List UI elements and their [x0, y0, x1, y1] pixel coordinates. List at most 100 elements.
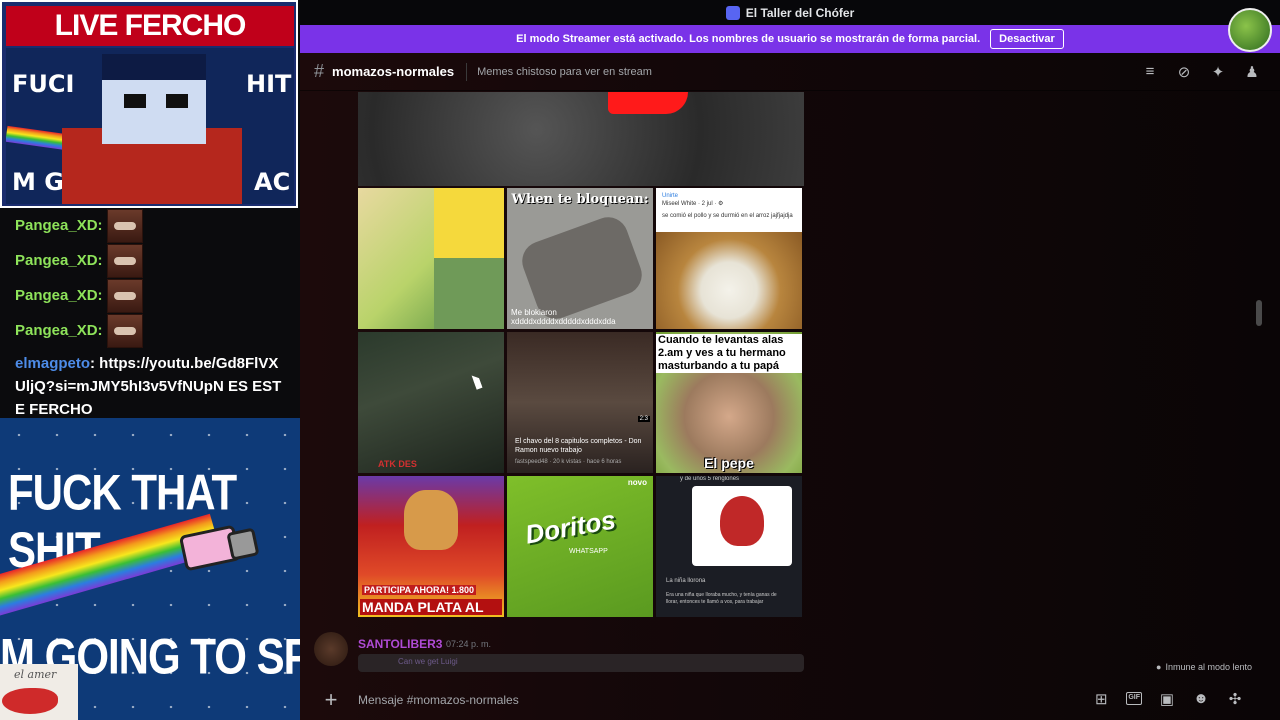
scrollbar-thumb[interactable] [1256, 300, 1262, 326]
gift-icon[interactable]: ⊞ [1092, 690, 1110, 708]
emote-image [106, 243, 143, 278]
chat-separator: : [97, 217, 103, 234]
meme-header-name: Unirte [662, 193, 679, 199]
chat-username: Pangea_XD [15, 322, 98, 339]
meme-caption: La niña llorona [666, 578, 706, 584]
meme-subcaption: fastspeed48 · 20 k vistas · hace 6 horas [515, 459, 622, 465]
meme-header: Unirte Miseel White · 2 jul · ⚙ se comió… [662, 192, 793, 220]
members-icon[interactable]: ♟ [1244, 63, 1260, 81]
sticker-icon[interactable]: ▣ [1158, 690, 1176, 708]
chat-link-message: elmagpeto: https://youtu.be/Gd8FlVXUljQ?… [0, 348, 300, 421]
meme-drawing [692, 486, 792, 566]
chat-username: elmagpeto [15, 355, 91, 372]
meme-caption: Cuando te levantas alas 2.am y ves a tu … [656, 334, 802, 373]
chat-line: Pangea_XD: [0, 243, 300, 278]
chat-separator: : [97, 322, 103, 339]
avatar-eye [166, 94, 188, 108]
meme-image[interactable]: When te bloquean: Me blokiaron xddddxddd… [507, 188, 653, 329]
disable-streamer-mode-button[interactable]: Desactivar [990, 29, 1064, 49]
cam-text-left: FUCI [12, 70, 75, 98]
meme-figure [404, 490, 458, 550]
title-bar: El Taller del Chófer [300, 0, 1280, 25]
meme-image[interactable]: y de unos 5 renglones La niña llorona Er… [656, 476, 802, 617]
meme-caption: El chavo del 8 capitulos completos - Don… [515, 438, 642, 454]
meme-image[interactable]: PARTICIPA AHORA! 1.800 MANDA PLATA AL [358, 476, 504, 617]
meme-header-user: Miseel White · 2 jul · ⚙ [662, 201, 724, 207]
meme-bottom-caption: El pepe [704, 455, 754, 471]
webcam-frame: LIVE FERCHO REACTION FUCI HIT M G AC [0, 0, 298, 208]
divider [466, 62, 468, 81]
meme-header: y de unos 5 renglones [680, 476, 740, 482]
chat-separator: : [97, 252, 103, 269]
message-list: When te bloquean: Me blokiaron xddddxddd… [358, 92, 804, 677]
signature-text: el amer [14, 668, 57, 681]
meme-header-text: se comió el pollo y se durmió en el arro… [662, 213, 793, 219]
chat-line: Pangea_XD: [0, 313, 300, 348]
streamer-avatar [1228, 8, 1272, 52]
meme-image[interactable]: Unirte Miseel White · 2 jul · ⚙ se comió… [656, 188, 802, 329]
streamer-mode-banner: El modo Streamer está activado. Los nomb… [300, 25, 1280, 53]
chat-line: Pangea_XD: [0, 208, 300, 243]
message-embed[interactable]: Can we get Luigi [358, 654, 804, 672]
header-toolbar: ≡ ⊘ ✦ ♟ [1142, 63, 1260, 81]
message-author[interactable]: SANTOLIBER3 [358, 637, 442, 651]
avatar-head [102, 54, 206, 144]
message-composer: + ⊞ GIF ▣ ☻ ✣ [300, 680, 1280, 720]
stream-chat: Pangea_XD: Pangea_XD: Pangea_XD: Pangea_… [0, 208, 300, 421]
chat-username: Pangea_XD [15, 252, 98, 269]
slowmode-indicator: ● Inmune al modo lento [1156, 662, 1252, 672]
meme-caption: Era una niña que lloraba mucho, y tenía … [666, 592, 777, 605]
message-input[interactable] [358, 693, 1058, 707]
stream-banner: LIVE FERCHO REACTION [6, 6, 294, 82]
screen: LIVE FERCHO REACTION FUCI HIT M G AC Pan… [0, 0, 1280, 720]
meme-image[interactable] [358, 188, 504, 329]
minecraft-avatar-image: FUCI HIT M G AC [6, 48, 294, 204]
meme-caption: MANDA PLATA AL [360, 599, 502, 615]
pin-icon[interactable]: ✦ [1210, 63, 1226, 81]
message-timestamp: 07:24 p. m. [446, 639, 492, 649]
meme-caption: ATK DES [378, 459, 417, 469]
mute-icon[interactable]: ⊘ [1176, 63, 1192, 81]
apps-icon[interactable]: ✣ [1226, 690, 1244, 708]
meme-badge: novo [627, 478, 647, 487]
video-duration: 2:3 [637, 416, 650, 422]
composer-toolbar: ⊞ GIF ▣ ☻ ✣ [1092, 690, 1244, 708]
cam-text-bottom-right: AC [254, 168, 291, 196]
meme-image[interactable]: novo Doritos WHATSAPP [507, 476, 653, 617]
doritos-logo: Doritos [522, 504, 618, 550]
meme-image[interactable]: Cuando te levantas alas 2.am y ves a tu … [656, 332, 802, 473]
meme-footer: Me blokiaron xddddxddddxdddddxdddxdda [511, 308, 616, 326]
embed-text: Can we get Luigi [398, 657, 458, 666]
stream-overlay: LIVE FERCHO REACTION FUCI HIT M G AC Pan… [0, 0, 300, 720]
channel-header: # momazos-normales Memes chistoso para v… [300, 53, 1280, 91]
meme-subcaption: WHATSAPP [569, 548, 608, 555]
emote-image [106, 208, 143, 243]
attachment-image[interactable] [358, 92, 804, 186]
meme-caption: PARTICIPA AHORA! 1.800 [362, 585, 477, 595]
gif-icon[interactable]: GIF [1126, 692, 1142, 705]
chat-username: Pangea_XD [15, 217, 98, 234]
cam-text-bottom-left: M G [12, 168, 64, 196]
emoji-icon[interactable]: ☻ [1192, 690, 1210, 708]
server-icon [725, 5, 740, 20]
cam-text-right: HIT [246, 70, 292, 98]
meme-caption: When te bloquean: [511, 192, 649, 207]
add-attachment-icon[interactable]: + [320, 687, 342, 713]
threads-icon[interactable]: ≡ [1142, 63, 1158, 81]
channel-name: momazos-normales [332, 64, 455, 79]
meme-photo [656, 232, 802, 329]
channel-topic[interactable]: Memes chistoso para ver en stream [477, 66, 652, 78]
chat-username: Pangea_XD [15, 287, 98, 304]
avatar[interactable] [314, 632, 348, 666]
chat-line: Pangea_XD: [0, 278, 300, 313]
meme-image[interactable]: 2:3 El chavo del 8 capitulos completos -… [507, 332, 653, 473]
discord-window: El Taller del Chófer El modo Streamer es… [300, 0, 1280, 720]
hashtag-icon: # [314, 61, 325, 81]
emote-image [106, 313, 143, 348]
slowmode-text: Inmune al modo lento [1165, 662, 1252, 672]
meme-image[interactable]: ATK DES [358, 332, 504, 473]
signature-image: el amer [0, 664, 78, 720]
streamer-mode-text: El modo Streamer está activado. Los nomb… [516, 33, 981, 45]
window-title: El Taller del Chófer [745, 5, 855, 20]
emote-image [106, 278, 143, 313]
